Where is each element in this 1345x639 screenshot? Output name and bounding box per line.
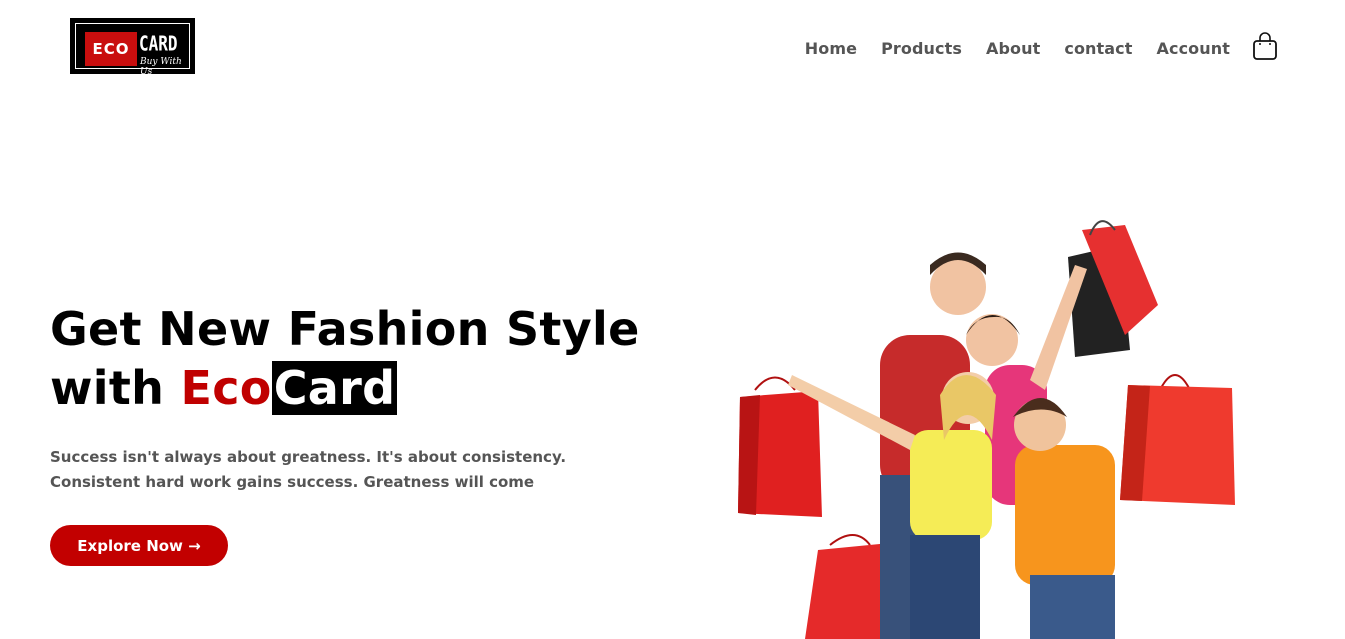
explore-now-button[interactable]: Explore Now →: [50, 525, 228, 566]
nav-item-products[interactable]: Products: [881, 39, 962, 58]
hero-title-eco: Eco: [180, 361, 272, 415]
logo-tagline: Buy With Us: [140, 57, 182, 77]
nav-item-account[interactable]: Account: [1157, 39, 1230, 58]
shopping-bag-right: [1120, 374, 1235, 505]
logo-eco-text: ECO: [85, 32, 137, 66]
hero-title-with: with: [50, 361, 181, 415]
main-nav: Home Products About contact Account: [805, 39, 1230, 58]
person-boy: [1013, 398, 1115, 639]
nav-item-home[interactable]: Home: [805, 39, 857, 58]
shopping-bag-bottom: [805, 534, 890, 639]
shopping-bag-left: [738, 376, 822, 517]
hero-title: Get New Fashion Style with EcoCard: [50, 300, 690, 418]
shopping-bag-icon[interactable]: [1252, 31, 1278, 61]
nav-item-about[interactable]: About: [986, 39, 1040, 58]
hero-subtitle: Success isn't always about greatness. It…: [50, 448, 567, 491]
hero-image: [730, 205, 1250, 639]
brand-logo[interactable]: ECO CARD Buy With Us: [70, 18, 195, 77]
nav-item-contact[interactable]: contact: [1064, 39, 1132, 58]
shopping-bag-top: [1068, 220, 1158, 357]
page: ECO CARD Buy With Us Home Products About…: [0, 0, 1345, 639]
hero-title-line1: Get New Fashion Style: [50, 302, 640, 356]
logo-frame: ECO CARD Buy With Us: [75, 23, 190, 77]
logo-card-text: CARD: [139, 31, 178, 56]
hero-title-card: Card: [271, 361, 398, 415]
